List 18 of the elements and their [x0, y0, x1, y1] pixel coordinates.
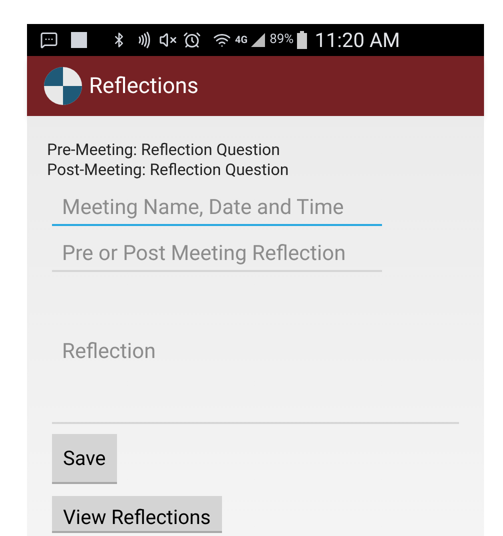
- network-type: 4G: [235, 34, 248, 48]
- action-button[interactable]: Save: [52, 434, 117, 484]
- wifi-icon: [213, 31, 231, 49]
- battery-icon: [296, 31, 307, 49]
- battery-level: 89%: [270, 31, 294, 50]
- chat-icon: [39, 31, 59, 49]
- mute-icon: [159, 31, 177, 49]
- question-text: Post-Meeting: Reflection Question: [47, 160, 290, 180]
- action-button[interactable]: View Reflections: [52, 496, 222, 533]
- app-title: Reflections: [89, 72, 198, 100]
- text-field[interactable]: Reflection: [52, 326, 459, 424]
- text-field[interactable]: Pre or Post Meeting Reflection: [52, 238, 382, 272]
- question-text: Pre-Meeting: Reflection Question: [47, 140, 281, 160]
- alarm-icon: [183, 31, 201, 49]
- text-field[interactable]: Meeting Name, Date and Time: [52, 192, 382, 226]
- clock: 11:20 AM: [314, 27, 400, 54]
- logo-icon: [43, 66, 83, 106]
- signal-icon: [250, 32, 266, 48]
